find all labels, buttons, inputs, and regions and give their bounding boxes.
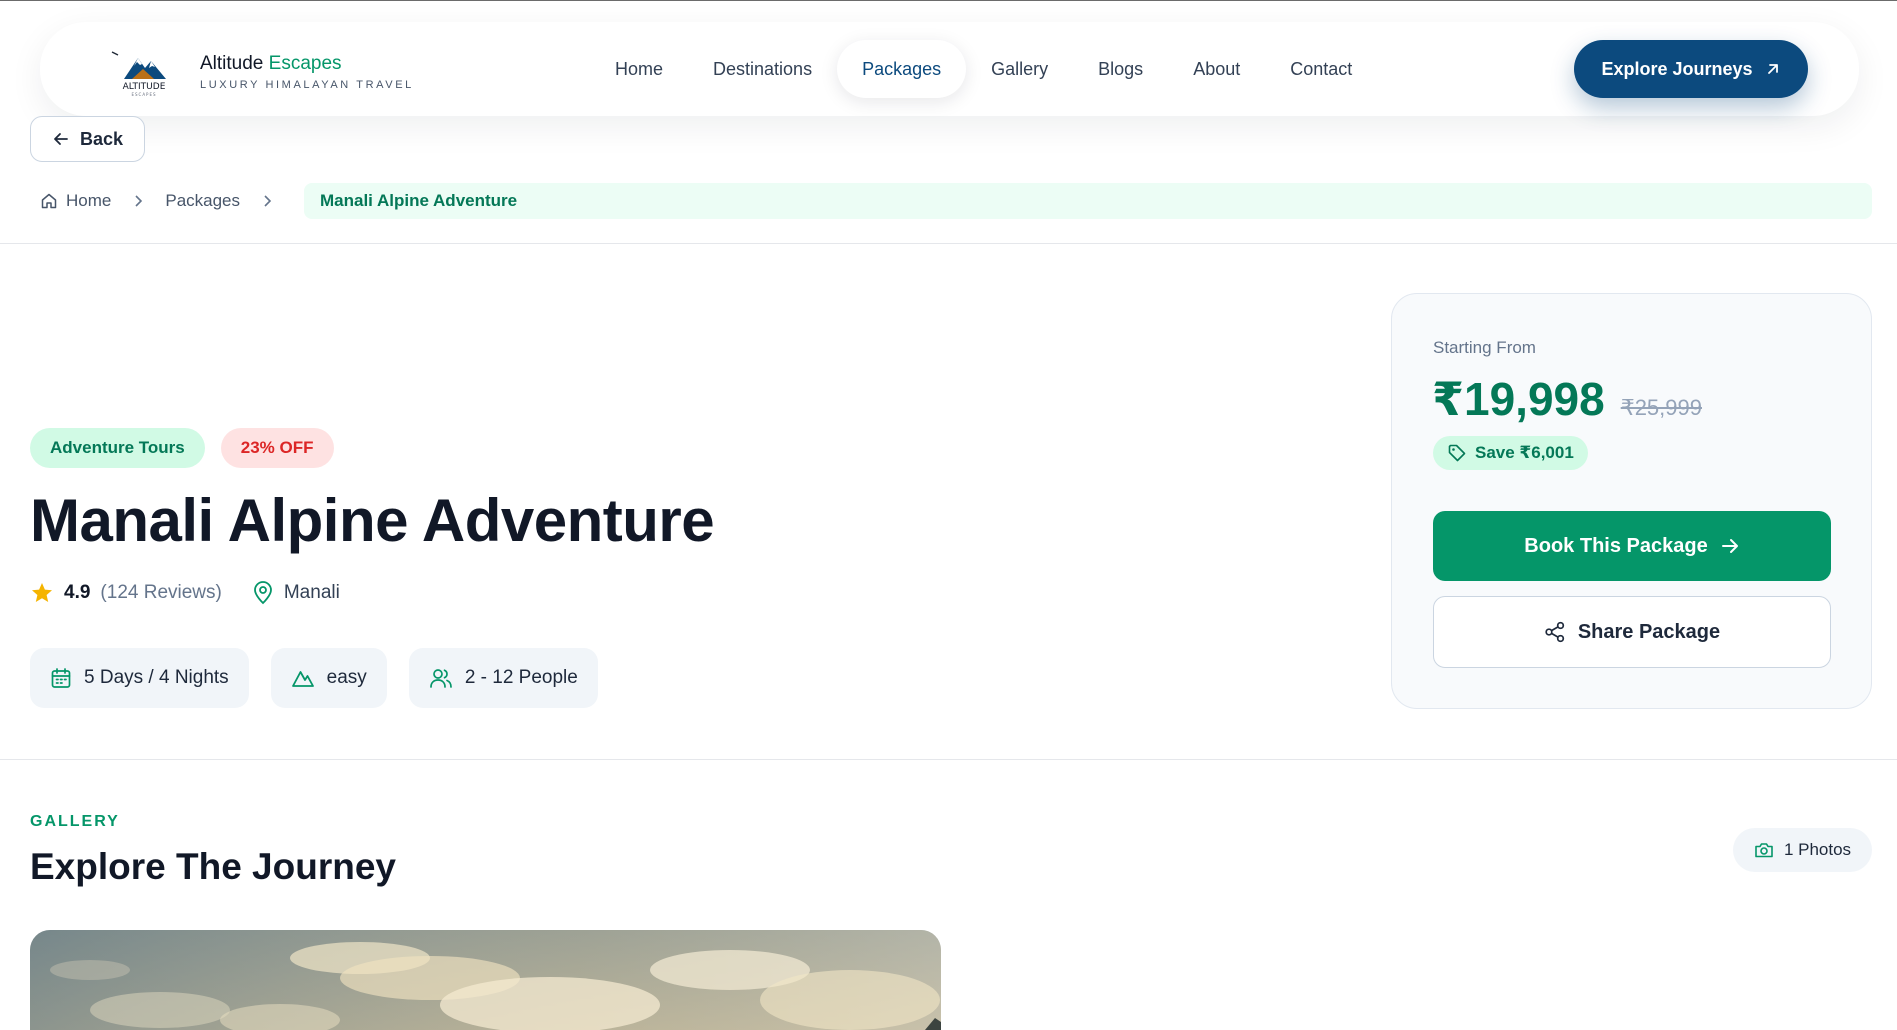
rating-value: 4.9	[64, 582, 91, 603]
share-icon	[1545, 621, 1564, 643]
photo-count-label: 1 Photos	[1783, 840, 1852, 859]
explore-journeys-button[interactable]: Explore Journeys	[1574, 40, 1808, 98]
calendar-icon	[51, 668, 71, 688]
mountain-logo-icon: ALTITUDE ESCAPES	[111, 51, 166, 97]
brand-text: Altitude Escapes LUXURY HIMALAYAN TRAVEL	[200, 53, 414, 91]
price-row: ₹19,998 ₹25,999	[1432, 372, 1702, 426]
arrow-up-right-icon	[1767, 64, 1778, 74]
mountain-icon	[291, 671, 314, 687]
explore-journeys-label: Explore Journeys	[1601, 58, 1753, 79]
chevron-right-icon	[133, 194, 143, 208]
back-label: Back	[79, 128, 124, 149]
group-size-chip: 2 - 12 People	[408, 648, 598, 708]
nav-contact-link[interactable]: Contact	[1265, 40, 1377, 98]
brand-name-primary: Altitude	[200, 53, 264, 74]
book-package-button[interactable]: Book This Package	[1433, 511, 1831, 581]
group-size-label: 2 - 12 People	[464, 667, 578, 688]
site-header: ALTITUDE ESCAPES Altitude Escapes LUXURY…	[40, 22, 1859, 116]
location: Manali	[252, 581, 340, 605]
back-button[interactable]: Back	[30, 116, 145, 162]
nav-destinations-link[interactable]: Destinations	[688, 40, 837, 98]
camera-icon	[1755, 843, 1773, 858]
breadcrumb-home-label: Home	[66, 191, 112, 210]
nav-gallery-link[interactable]: Gallery	[966, 40, 1073, 98]
map-pin-icon	[253, 581, 272, 605]
current-price: ₹19,998	[1432, 373, 1605, 425]
arrow-left-icon	[54, 133, 68, 145]
photo-count-badge: 1 Photos	[1733, 828, 1872, 872]
gallery-photo[interactable]	[30, 930, 941, 1030]
discount-badge: 23% OFF	[220, 428, 334, 468]
pricing-card: Starting From ₹19,998 ₹25,999 Save ₹6,00…	[1391, 293, 1872, 709]
star-icon	[32, 583, 52, 602]
main-nav: Home Destinations Packages Gallery Blogs…	[590, 40, 1377, 98]
brand-logo[interactable]: ALTITUDE ESCAPES Altitude Escapes LUXURY…	[110, 46, 414, 98]
location-label: Manali	[283, 582, 340, 603]
users-icon	[429, 669, 452, 688]
review-count: (124 Reviews)	[100, 582, 222, 603]
price-label: Starting From	[1433, 338, 1536, 357]
gallery-eyebrow: GALLERY	[30, 813, 120, 830]
brand-name: Altitude Escapes	[200, 53, 414, 75]
package-badges: Adventure Tours 23% OFF	[30, 428, 334, 468]
savings-badge: Save ₹6,001	[1433, 436, 1588, 470]
nav-home-link[interactable]: Home	[590, 40, 688, 98]
nav-packages-link[interactable]: Packages	[837, 40, 967, 98]
difficulty-chip: easy	[270, 648, 387, 708]
category-badge: Adventure Tours	[30, 428, 205, 468]
book-package-label: Book This Package	[1524, 534, 1708, 557]
gallery-title: Explore The Journey	[30, 846, 396, 887]
brand-tagline: LUXURY HIMALAYAN TRAVEL	[200, 79, 414, 91]
nav-blogs-link[interactable]: Blogs	[1073, 40, 1168, 98]
logo-wordmark: ALTITUDE	[123, 82, 166, 92]
breadcrumb-packages[interactable]: Packages	[165, 191, 240, 211]
brand-name-accent: Escapes	[268, 53, 342, 74]
home-icon	[41, 193, 57, 209]
duration-chip: 5 Days / 4 Nights	[30, 648, 249, 708]
difficulty-label: easy	[326, 667, 367, 688]
logo-subword: ESCAPES	[131, 92, 156, 97]
nav-about-link[interactable]: About	[1168, 40, 1265, 98]
arrow-right-icon	[1721, 539, 1738, 553]
original-price: ₹25,999	[1620, 395, 1702, 420]
package-facts: 5 Days / 4 Nights easy 2 - 12 People	[30, 648, 598, 708]
share-package-button[interactable]: Share Package	[1433, 596, 1831, 668]
breadcrumb-home[interactable]: Home	[40, 191, 111, 211]
gallery-photo-sky	[30, 930, 941, 1030]
breadcrumb-current: Manali Alpine Adventure	[304, 183, 1872, 219]
package-title: Manali Alpine Adventure	[30, 487, 715, 554]
share-package-label: Share Package	[1577, 620, 1721, 643]
package-meta: 4.9 (124 Reviews) Manali	[30, 578, 340, 608]
tag-icon	[1448, 444, 1466, 462]
header-divider	[0, 243, 1897, 244]
window-top-border	[0, 0, 1897, 1]
hero-divider	[0, 759, 1897, 760]
breadcrumb: Home Packages	[40, 183, 294, 219]
chevron-right-icon	[262, 194, 272, 208]
savings-label: Save ₹6,001	[1475, 443, 1574, 462]
breadcrumb-packages-label: Packages	[165, 191, 241, 210]
duration-label: 5 Days / 4 Nights	[84, 667, 229, 688]
